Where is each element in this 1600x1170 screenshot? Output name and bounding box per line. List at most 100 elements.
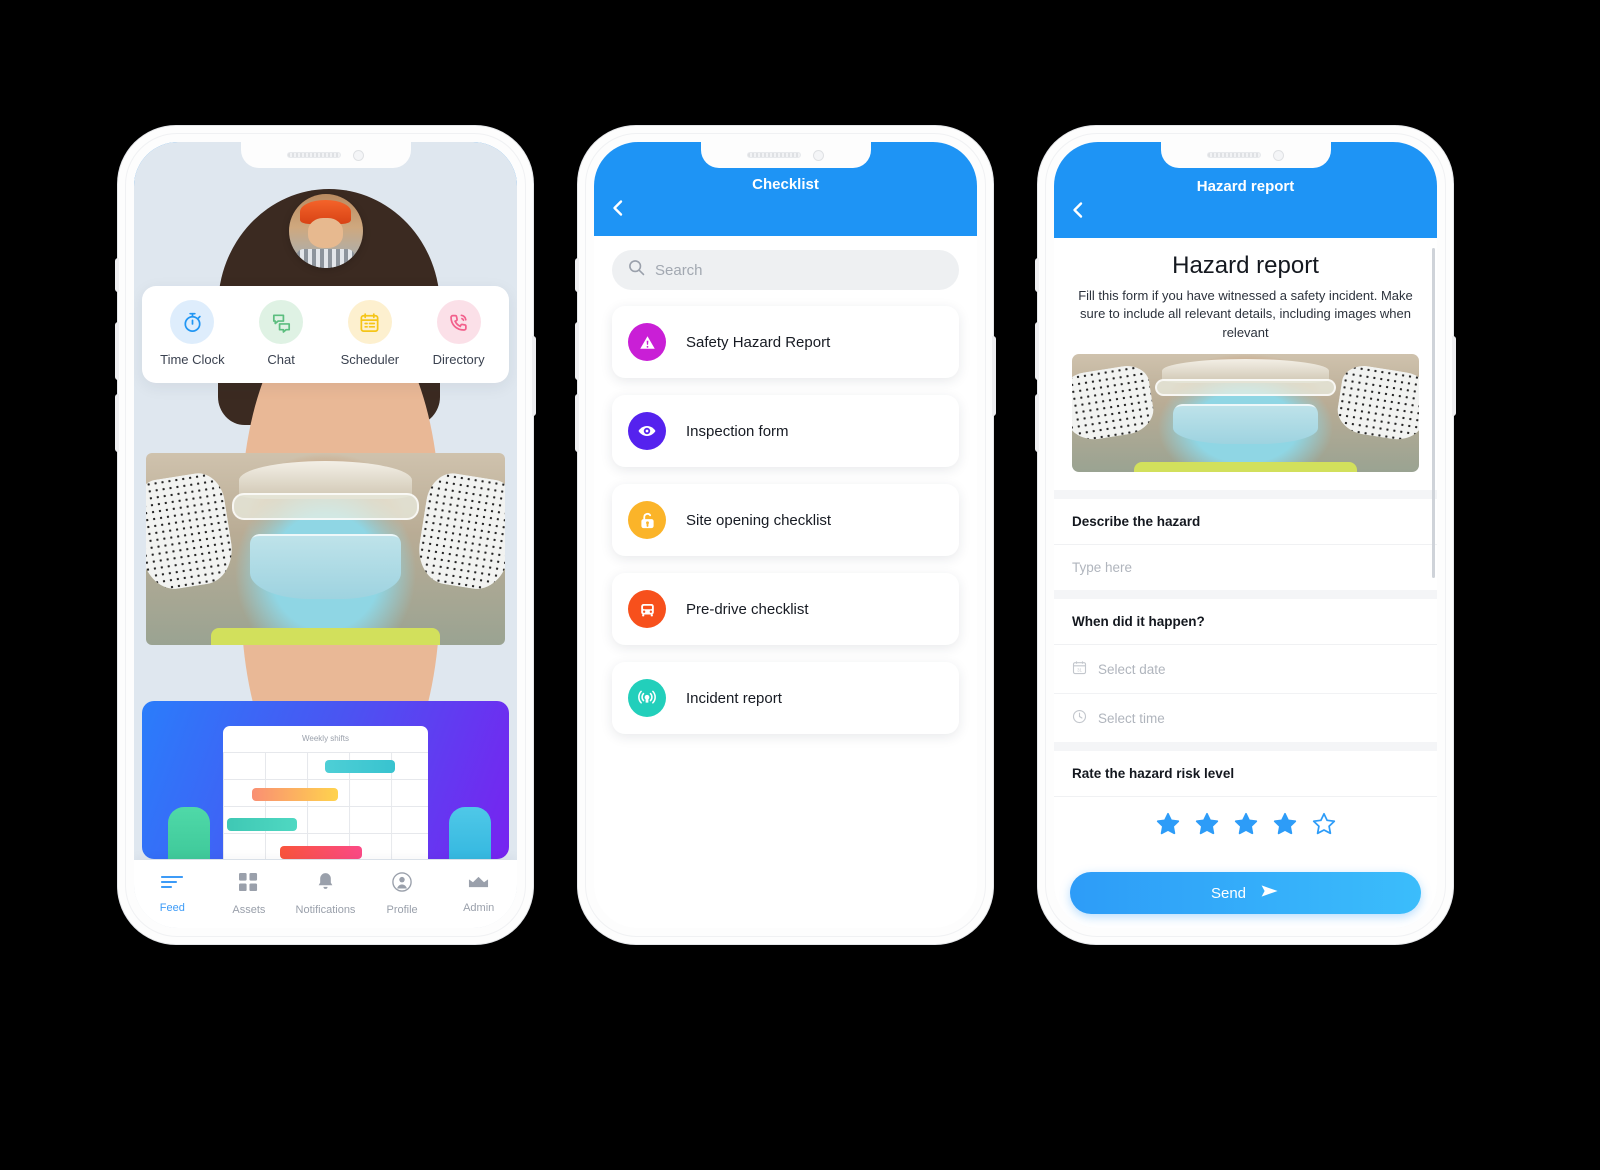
tab-notifications[interactable]: Notifications [287,872,364,916]
form-image[interactable] [1072,354,1419,473]
tab-feed[interactable]: Feed [134,874,211,914]
star-icon-4[interactable] [1272,811,1298,842]
phone3-mute-button[interactable] [1035,258,1039,292]
avatar-photo [288,194,363,268]
post-author-avatar[interactable] [134,142,517,928]
bottom-tab-bar: Feed Assets Notifications Profile Admin [134,860,517,928]
banner-title: Weekly shifts [302,734,349,744]
phone3-volume-down-button[interactable] [1035,394,1039,452]
search-input[interactable]: Search [612,250,959,290]
quick-action-label: Chat [267,352,295,367]
checklist-item-inspection-form[interactable]: Inspection form [612,395,959,467]
star-icon-5[interactable] [1311,811,1337,842]
question-when-did-it-happen: When did it happen? 31 Select date Selec… [1054,599,1437,743]
phone1-mute-button[interactable] [115,258,119,292]
eye-icon [628,412,666,450]
page-title: Hazard report [1196,178,1295,195]
phone3-screen: Hazard report Hazard report Fill this fo… [1054,142,1437,928]
checklist-item-label: Safety Hazard Report [686,333,831,351]
phone2-power-button[interactable] [992,336,996,416]
phone-call-icon [436,300,481,344]
question-label: Rate the hazard risk level [1054,751,1437,798]
chevron-left-icon[interactable] [608,198,628,218]
checklist-item-label: Inspection form [686,422,789,440]
quick-action-label: Scheduler [340,352,400,367]
checklist-items: Safety Hazard Report Inspection form Sit… [594,298,977,734]
tab-label: Assets [232,903,266,916]
phone3-volume-up-button[interactable] [1035,322,1039,380]
unlock-icon [628,501,666,539]
chat-bubbles-icon [259,300,304,344]
post-header: Austin Pratt Workflow 10:14PM [134,142,517,928]
star-icon-2[interactable] [1194,811,1220,842]
phone-checklist: Checklist Search Safety Hazard Report In… [575,126,996,944]
svg-text:31: 31 [1077,668,1082,673]
phone1-power-button[interactable] [532,336,536,416]
phone2-volume-up-button[interactable] [575,322,579,380]
phone2-mute-button[interactable] [575,258,579,292]
quick-action-label: Directory [432,352,485,367]
phone3-notch [1160,142,1331,168]
quick-action-chat[interactable]: Chat [237,300,326,367]
checklist-item-incident-report[interactable]: Incident report [612,662,959,734]
tab-label: Admin [463,901,495,914]
phone2-volume-down-button[interactable] [575,394,579,452]
avatar[interactable] [288,194,363,268]
clock-icon [1072,709,1087,727]
phone3-power-button[interactable] [1452,336,1456,416]
form-scroll-area[interactable]: Hazard report Fill this form if you have… [1054,238,1437,928]
input-placeholder: Type here [1072,560,1133,576]
phone-feed: Time Clock Chat Scheduler Directory Week… [115,126,536,944]
star-icon-3[interactable] [1233,811,1259,842]
checklist-item-safety-hazard-report[interactable]: Safety Hazard Report [612,306,959,378]
search-placeholder: Search [655,261,703,279]
scheduler-banner[interactable]: Weekly shifts [142,701,509,859]
form-description: Fill this form if you have witnessed a s… [1078,288,1413,340]
banner-person-left [167,789,210,859]
earpiece-speaker-icon [747,152,801,158]
tab-profile[interactable]: Profile [364,872,441,916]
star-rating[interactable] [1054,797,1437,864]
select-time-input[interactable]: Select time [1054,693,1437,742]
quick-action-label: Time Clock [160,352,225,367]
submit-bar: Send [1054,861,1437,928]
phone2-notch [700,142,871,168]
vertical-scrollbar[interactable] [1432,248,1435,578]
star-icon-1[interactable] [1155,811,1181,842]
send-button[interactable]: Send [1070,872,1421,914]
tab-assets[interactable]: Assets [211,872,288,916]
quick-action-directory[interactable]: Directory [414,300,503,367]
question-label: When did it happen? [1054,599,1437,646]
send-button-label: Send [1210,884,1247,902]
input-placeholder: Select date [1098,661,1166,677]
phone1-notch [240,142,411,168]
earpiece-speaker-icon [287,152,341,158]
post-author-photo [134,142,517,928]
search-bar: Search [594,236,977,298]
checklist-item-pre-drive-checklist[interactable]: Pre-drive checklist [612,573,959,645]
post-image[interactable] [146,453,505,645]
phone1-volume-up-button[interactable] [115,322,119,380]
send-arrow-icon [1260,883,1280,903]
phone2-screen: Checklist Search Safety Hazard Report In… [594,142,977,928]
phone1-volume-down-button[interactable] [115,394,119,452]
quick-action-time-clock[interactable]: Time Clock [148,300,237,367]
quick-action-scheduler[interactable]: Scheduler [326,300,415,367]
screenshot-stage: Time Clock Chat Scheduler Directory Week… [0,0,1600,1170]
tab-label: Feed [159,902,185,914]
front-camera-icon [1273,149,1284,161]
select-date-input[interactable]: 31 Select date [1054,645,1437,693]
tab-admin[interactable]: Admin [440,875,517,914]
question-describe-hazard: Describe the hazard Type here [1054,499,1437,591]
feed-post[interactable]: Austin Pratt Workflow 10:14PM SAFETY HAZ… [134,142,517,928]
calendar-icon [347,300,392,344]
question-rate-risk-level: Rate the hazard risk level [1054,751,1437,865]
tab-label: Profile [386,904,418,916]
person-circle-icon [392,872,412,897]
phone1-screen: Time Clock Chat Scheduler Directory Week… [134,142,517,928]
page-title: Checklist [752,176,819,193]
checklist-item-site-opening-checklist[interactable]: Site opening checklist [612,484,959,556]
front-camera-icon [353,149,364,161]
describe-hazard-input[interactable]: Type here [1054,545,1437,590]
chevron-left-icon[interactable] [1068,200,1088,220]
